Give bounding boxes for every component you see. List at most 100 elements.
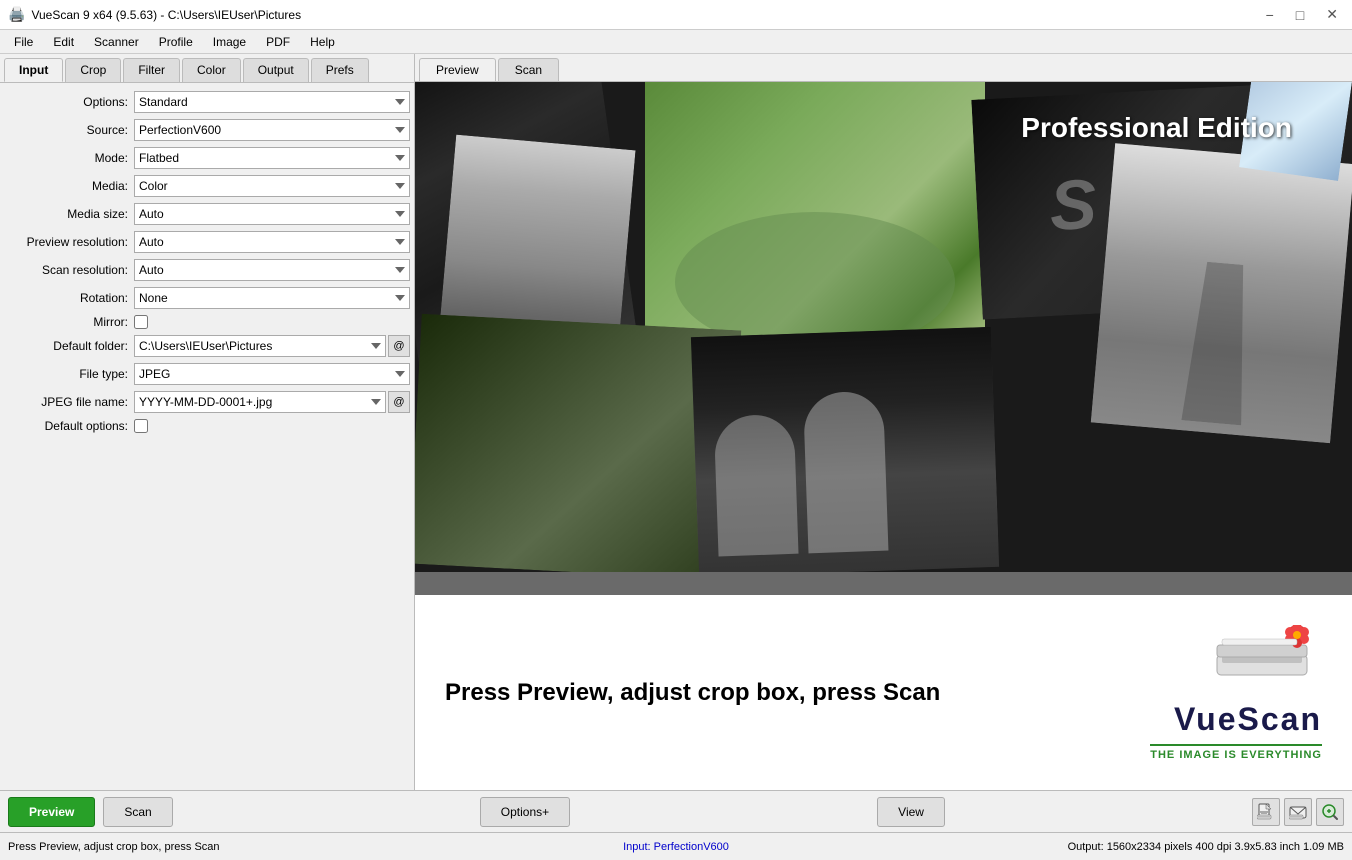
- mode-label: Mode:: [4, 151, 134, 165]
- titlebar-left: 🖨️ VueScan 9 x64 (9.5.63) - C:\Users\IEU…: [8, 6, 301, 23]
- default-options-label: Default options:: [4, 419, 134, 433]
- mode-row: Mode: Flatbed Transparency: [4, 147, 410, 169]
- scan-button[interactable]: Scan: [103, 797, 172, 827]
- menu-profile[interactable]: Profile: [149, 33, 203, 51]
- photo-collage: SNAP: [415, 82, 1352, 572]
- tab-crop[interactable]: Crop: [65, 58, 121, 82]
- default-options-row: Default options:: [4, 419, 410, 433]
- form-area: Options: Standard Advanced Source: Perfe…: [0, 83, 414, 790]
- source-label: Source:: [4, 123, 134, 137]
- tab-filter[interactable]: Filter: [123, 58, 180, 82]
- media-row: Media: Color Gray B&W: [4, 175, 410, 197]
- preview-tabs: Preview Scan: [415, 54, 1352, 82]
- app-title: VueScan 9 x64 (9.5.63) - C:\Users\IEUser…: [31, 8, 301, 22]
- media-select[interactable]: Color Gray B&W: [134, 175, 410, 197]
- options-plus-button[interactable]: Options+: [480, 797, 570, 827]
- scan-to-file-icon: [1257, 803, 1275, 821]
- zoom-in-icon: [1321, 803, 1339, 821]
- options-label: Options:: [4, 95, 134, 109]
- options-select[interactable]: Standard Advanced: [134, 91, 410, 113]
- media-label: Media:: [4, 179, 134, 193]
- rotation-select[interactable]: None 90 CW 90 CCW 180: [134, 287, 410, 309]
- default-folder-at-button[interactable]: @: [388, 335, 410, 357]
- left-tabs: Input Crop Filter Color Output Prefs: [0, 54, 414, 83]
- tab-color[interactable]: Color: [182, 58, 241, 82]
- source-select[interactable]: PerfectionV600: [134, 119, 410, 141]
- default-options-checkbox[interactable]: [134, 419, 148, 433]
- preview-instruction-text: Press Preview, adjust crop box, press Sc…: [445, 679, 1120, 707]
- menu-scanner[interactable]: Scanner: [84, 33, 149, 51]
- status-center: Input: PerfectionV600: [453, 841, 898, 853]
- tab-preview[interactable]: Preview: [419, 58, 496, 81]
- status-right: Output: 1560x2334 pixels 400 dpi 3.9x5.8…: [899, 841, 1344, 853]
- scan-to-email-icon-button[interactable]: [1284, 798, 1312, 826]
- rotation-row: Rotation: None 90 CW 90 CCW 180: [4, 287, 410, 309]
- scan-to-file-icon-button[interactable]: [1252, 798, 1280, 826]
- mirror-row: Mirror:: [4, 315, 410, 329]
- tab-input[interactable]: Input: [4, 58, 63, 82]
- scan-resolution-select[interactable]: Auto 150 dpi 300 dpi 600 dpi: [134, 259, 410, 281]
- file-type-select[interactable]: JPEG TIFF PDF: [134, 363, 410, 385]
- media-size-label: Media size:: [4, 207, 134, 221]
- preview-button[interactable]: Preview: [8, 797, 95, 827]
- preview-resolution-select[interactable]: Auto 75 dpi 150 dpi: [134, 231, 410, 253]
- jpeg-filename-label: JPEG file name:: [4, 395, 134, 409]
- mirror-checkbox[interactable]: [134, 315, 148, 329]
- jpeg-filename-control: YYYY-MM-DD-0001+.jpg @: [134, 391, 410, 413]
- menubar: File Edit Scanner Profile Image PDF Help: [0, 30, 1352, 54]
- vuescan-tagline: THE IMAGE IS EVERYTHING: [1150, 744, 1322, 761]
- mode-select[interactable]: Flatbed Transparency: [134, 147, 410, 169]
- media-size-row: Media size: Auto Letter A4: [4, 203, 410, 225]
- scan-resolution-label: Scan resolution:: [4, 263, 134, 277]
- right-panel: Preview Scan: [415, 54, 1352, 790]
- vuescan-logo-text: VueScan: [1174, 701, 1322, 738]
- scan-resolution-row: Scan resolution: Auto 150 dpi 300 dpi 60…: [4, 259, 410, 281]
- jpeg-filename-at-button[interactable]: @: [388, 391, 410, 413]
- scan-to-email-icon: [1289, 803, 1307, 821]
- menu-pdf[interactable]: PDF: [256, 33, 300, 51]
- status-left: Press Preview, adjust crop box, press Sc…: [8, 841, 453, 853]
- tab-prefs[interactable]: Prefs: [311, 58, 369, 82]
- source-row: Source: PerfectionV600: [4, 119, 410, 141]
- rotation-label: Rotation:: [4, 291, 134, 305]
- file-type-label: File type:: [4, 367, 134, 381]
- scanner-logo-icon: [1202, 625, 1322, 695]
- tab-output[interactable]: Output: [243, 58, 309, 82]
- titlebar-controls: − □ ✕: [1260, 4, 1344, 25]
- zoom-in-icon-button[interactable]: [1316, 798, 1344, 826]
- app-icon: 🖨️: [8, 6, 25, 23]
- jpeg-filename-select[interactable]: YYYY-MM-DD-0001+.jpg: [134, 391, 386, 413]
- default-folder-row: Default folder: C:\Users\IEUser\Pictures…: [4, 335, 410, 357]
- photo-eiffel: [1091, 143, 1352, 443]
- left-panel: Input Crop Filter Color Output Prefs Opt…: [0, 54, 415, 790]
- pro-edition-text: Professional Edition: [1021, 112, 1292, 144]
- file-type-row: File type: JPEG TIFF PDF: [4, 363, 410, 385]
- default-folder-label: Default folder:: [4, 339, 134, 353]
- preview-area: SNAP: [415, 82, 1352, 790]
- view-button[interactable]: View: [877, 797, 945, 827]
- bottom-toolbar: Preview Scan Options+ View: [0, 790, 1352, 832]
- default-folder-select[interactable]: C:\Users\IEUser\Pictures: [134, 335, 386, 357]
- jpeg-filename-row: JPEG file name: YYYY-MM-DD-0001+.jpg @: [4, 391, 410, 413]
- vuescan-logo: VueScan THE IMAGE IS EVERYTHING: [1150, 625, 1322, 761]
- options-row: Options: Standard Advanced: [4, 91, 410, 113]
- preview-bottom: Press Preview, adjust crop box, press Sc…: [415, 595, 1352, 790]
- menu-file[interactable]: File: [4, 33, 43, 51]
- menu-help[interactable]: Help: [300, 33, 345, 51]
- menu-edit[interactable]: Edit: [43, 33, 84, 51]
- statusbar: Press Preview, adjust crop box, press Sc…: [0, 832, 1352, 860]
- toolbar-icon-group: [1252, 798, 1344, 826]
- preview-resolution-row: Preview resolution: Auto 75 dpi 150 dpi: [4, 231, 410, 253]
- media-size-select[interactable]: Auto Letter A4: [134, 203, 410, 225]
- main-area: Input Crop Filter Color Output Prefs Opt…: [0, 54, 1352, 790]
- tab-scan[interactable]: Scan: [498, 58, 559, 81]
- photo-boys: [691, 327, 999, 572]
- close-button[interactable]: ✕: [1320, 4, 1344, 25]
- menu-image[interactable]: Image: [203, 33, 256, 51]
- mirror-label: Mirror:: [4, 315, 134, 329]
- maximize-button[interactable]: □: [1290, 4, 1310, 25]
- default-folder-control: C:\Users\IEUser\Pictures @: [134, 335, 410, 357]
- minimize-button[interactable]: −: [1260, 4, 1280, 25]
- titlebar: 🖨️ VueScan 9 x64 (9.5.63) - C:\Users\IEU…: [0, 0, 1352, 30]
- preview-resolution-label: Preview resolution:: [4, 235, 134, 249]
